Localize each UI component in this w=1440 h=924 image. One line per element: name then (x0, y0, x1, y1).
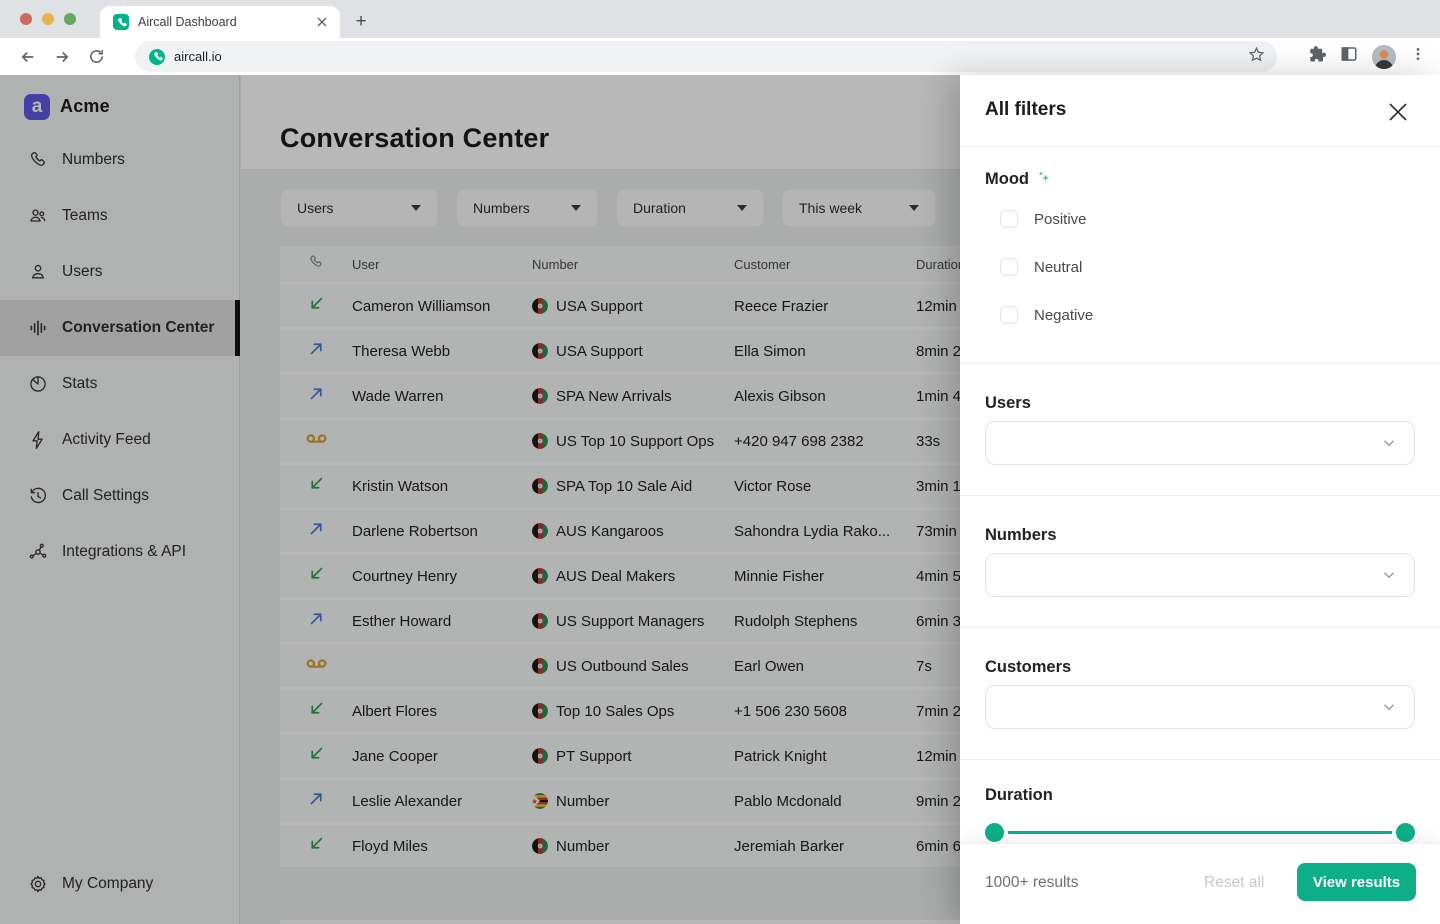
browser-menu-kebab-icon[interactable] (1410, 46, 1426, 67)
screenshot-root: Aircall Dashboard + aircall.io (0, 0, 1440, 924)
duration-range-slider (985, 823, 1415, 841)
numbers-section-label: Numbers (985, 526, 1057, 545)
new-tab-button[interactable]: + (348, 9, 374, 35)
profile-avatar[interactable] (1372, 45, 1396, 69)
address-bar[interactable]: aircall.io (135, 41, 1277, 72)
mood-option-neutral[interactable]: Neutral (1000, 255, 1082, 279)
window-close-button[interactable] (20, 13, 32, 25)
chevron-down-icon (1380, 566, 1398, 584)
duration-section-label: Duration (985, 786, 1053, 805)
checkbox-label: Negative (1034, 307, 1093, 324)
reload-button[interactable] (79, 40, 113, 74)
reset-all-link[interactable]: Reset all (1204, 874, 1264, 892)
checkbox-label: Positive (1034, 211, 1087, 228)
tab-title: Aircall Dashboard (138, 15, 314, 29)
window-zoom-button[interactable] (64, 13, 76, 25)
aircall-favicon-icon (113, 14, 129, 30)
bookmark-star-icon[interactable] (1248, 46, 1265, 68)
mood-section-label: Mood (985, 169, 1052, 191)
close-icon[interactable] (1387, 101, 1409, 123)
panel-header: All filters (960, 75, 1440, 147)
checkbox-label: Neutral (1034, 259, 1082, 276)
users-select[interactable] (985, 421, 1415, 465)
checkbox-unchecked[interactable] (1000, 210, 1018, 228)
browser-tab-strip: Aircall Dashboard + (0, 0, 1440, 38)
users-section-label: Users (985, 394, 1031, 413)
results-count: 1000+ results (985, 874, 1079, 892)
customers-section-label: Customers (985, 658, 1071, 677)
side-panel-icon[interactable] (1340, 45, 1358, 68)
slider-track (985, 831, 1415, 835)
chevron-down-icon (1380, 434, 1398, 452)
browser-tab[interactable]: Aircall Dashboard (100, 6, 340, 38)
checkbox-unchecked[interactable] (1000, 306, 1018, 324)
checkbox-unchecked[interactable] (1000, 258, 1018, 276)
aircall-favicon-icon (149, 49, 165, 65)
view-results-button[interactable]: View results (1297, 863, 1416, 901)
customers-select[interactable] (985, 685, 1415, 729)
mood-option-positive[interactable]: Positive (1000, 207, 1087, 231)
panel-footer: 1000+ results Reset all View results (960, 843, 1440, 924)
window-minimize-button[interactable] (42, 13, 54, 25)
url-text: aircall.io (174, 49, 1248, 64)
mood-option-negative[interactable]: Negative (1000, 303, 1093, 327)
back-button[interactable] (11, 40, 45, 74)
forward-button[interactable] (45, 40, 79, 74)
all-filters-panel: All filters Mood Positive Neutral Negative… (960, 75, 1440, 924)
slider-handle-max[interactable] (1396, 823, 1415, 842)
numbers-select[interactable] (985, 553, 1415, 597)
extensions-puzzle-icon[interactable] (1308, 45, 1326, 68)
panel-title: All filters (985, 99, 1066, 121)
tab-close-icon[interactable] (314, 14, 330, 30)
slider-handle-min[interactable] (985, 823, 1004, 842)
sparkles-icon (1035, 169, 1052, 191)
chevron-down-icon (1380, 698, 1398, 716)
